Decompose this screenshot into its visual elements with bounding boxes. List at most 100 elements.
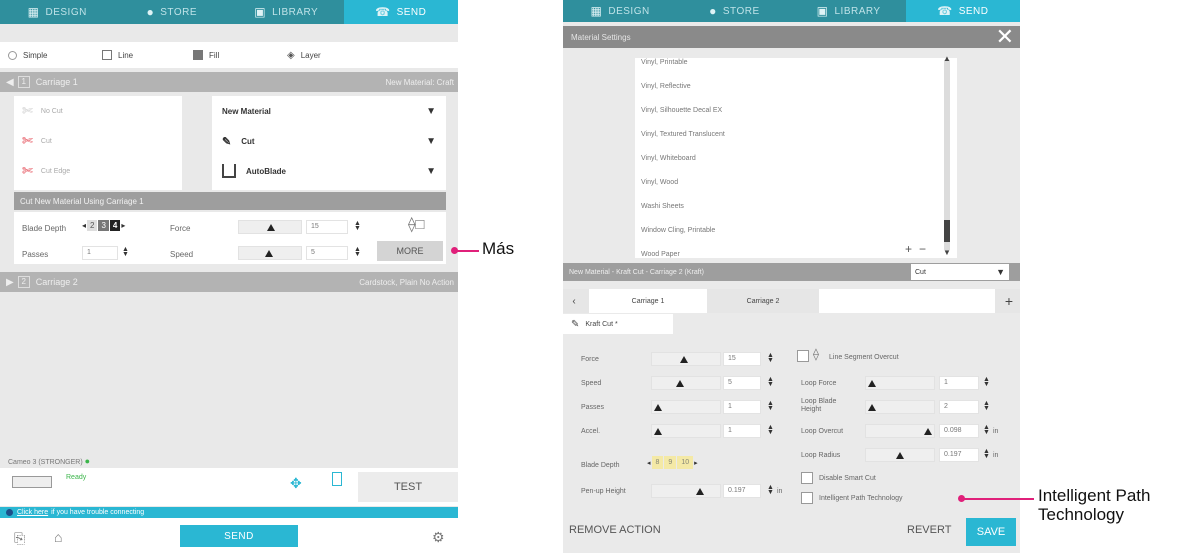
passes-value[interactable]: 1 — [82, 246, 118, 260]
force-slider[interactable] — [238, 220, 302, 234]
speed-value[interactable]: 5 — [306, 246, 348, 260]
loop-overcut-value[interactable]: 0.098 — [939, 424, 979, 438]
chevron-left-icon[interactable]: ‹ — [563, 289, 585, 313]
slider-knob[interactable] — [267, 224, 275, 231]
material-list-scrollbar[interactable] — [944, 60, 950, 250]
material-list[interactable]: Vinyl, Printable Vinyl, Reflective Vinyl… — [635, 58, 957, 258]
loop-force-spinner[interactable]: ▲ ▼ — [983, 376, 990, 388]
send-button[interactable]: SEND — [180, 525, 298, 547]
list-item[interactable]: Vinyl, Whiteboard — [635, 146, 957, 170]
add-material-icon[interactable]: + — [905, 242, 912, 256]
speed-slider[interactable] — [238, 246, 302, 260]
material-select[interactable]: New Material ▼ — [212, 96, 446, 126]
penup-height-spinner[interactable]: ▲ ▼ — [767, 484, 774, 496]
loop-force-slider[interactable] — [865, 376, 935, 390]
tab-store[interactable]: ● STORE — [115, 0, 230, 24]
list-item[interactable]: Vinyl, Textured Translucent — [635, 122, 957, 146]
slider-knob[interactable] — [654, 428, 662, 435]
carriage-1-header[interactable]: ◀ 1 Carriage 1 New Material: Craft — [0, 72, 458, 92]
speed-slider[interactable] — [651, 376, 721, 390]
list-item[interactable]: Vinyl, Reflective — [635, 74, 957, 98]
overcut-checkbox[interactable] — [797, 350, 809, 362]
list-item[interactable]: Vinyl, Wood — [635, 170, 957, 194]
force-spinner[interactable]: ▲ ▼ — [354, 220, 361, 232]
test-button[interactable]: TEST — [358, 472, 458, 502]
penup-height-value[interactable]: 0.197 — [723, 484, 761, 498]
scroll-thumb[interactable] — [944, 220, 950, 242]
force-spinner[interactable]: ▲ ▼ — [767, 352, 774, 364]
tab-design[interactable]: ▦ DESIGN — [0, 0, 115, 24]
tab-send[interactable]: ☎ SEND — [343, 0, 458, 24]
loop-blade-height-slider[interactable] — [865, 400, 935, 414]
help-link[interactable]: Click here — [17, 509, 48, 516]
loop-radius-spinner[interactable]: ▲ ▼ — [983, 448, 990, 460]
penup-height-slider[interactable] — [651, 484, 721, 498]
slider-knob[interactable] — [868, 380, 876, 387]
list-item[interactable]: Vinyl, Silhouette Decal EX — [635, 98, 957, 122]
scroll-down-icon[interactable]: ▼ — [943, 248, 951, 257]
slider-knob[interactable] — [868, 404, 876, 411]
slider-knob[interactable] — [265, 250, 273, 257]
cut-option-cut-edge[interactable]: ✄ Cut Edge — [14, 156, 182, 186]
force-slider[interactable] — [651, 352, 721, 366]
tab-send[interactable]: ☎ SEND — [905, 0, 1020, 22]
remove-action-button[interactable]: REMOVE ACTION — [569, 524, 661, 536]
mode-fill[interactable]: Fill — [193, 50, 219, 60]
mode-line[interactable]: Line — [102, 50, 133, 60]
slider-knob[interactable] — [696, 488, 704, 495]
action-select[interactable]: ✎ Cut ▼ — [212, 126, 446, 156]
tab-carriage-2[interactable]: Carriage 2 — [709, 289, 817, 313]
force-value[interactable]: 15 — [306, 220, 348, 234]
loop-overcut-spinner[interactable]: ▲ ▼ — [983, 424, 990, 436]
slider-knob[interactable] — [676, 380, 684, 387]
accel-slider[interactable] — [651, 424, 721, 438]
revert-button[interactable]: REVERT — [907, 524, 951, 536]
tab-library[interactable]: ▣ LIBRARY — [792, 0, 906, 22]
tab-store[interactable]: ● STORE — [677, 0, 791, 22]
passes-spinner[interactable]: ▲ ▼ — [122, 246, 129, 258]
speed-spinner[interactable]: ▲ ▼ — [767, 376, 774, 388]
passes-spinner[interactable]: ▲ ▼ — [767, 400, 774, 412]
origin-icon[interactable] — [332, 472, 342, 486]
mode-layer[interactable]: ◈ Layer — [287, 50, 321, 61]
loop-force-value[interactable]: 1 — [939, 376, 979, 390]
list-item[interactable]: Window Cling, Printable — [635, 218, 957, 242]
tab-design[interactable]: ▦ DESIGN — [563, 0, 677, 22]
force-value[interactable]: 15 — [723, 352, 761, 366]
send-to-cutter-icon[interactable]: ⎘ — [14, 530, 25, 547]
cut-option-cut[interactable]: ✄ Cut — [14, 126, 182, 156]
loop-radius-slider[interactable] — [865, 448, 935, 462]
passes-slider[interactable] — [651, 400, 721, 414]
loop-radius-value[interactable]: 0.197 — [939, 448, 979, 462]
speed-spinner[interactable]: ▲ ▼ — [354, 246, 361, 258]
passes-value[interactable]: 1 — [723, 400, 761, 414]
remove-material-icon[interactable]: − — [919, 242, 926, 256]
library-hat-icon[interactable]: ⌂ — [54, 529, 62, 545]
list-item[interactable]: Washi Sheets — [635, 194, 957, 218]
add-tab-icon[interactable]: + — [999, 289, 1019, 313]
cut-option-no-cut[interactable]: ✄ No Cut — [14, 96, 182, 126]
action-type-select[interactable]: Cut ▼ — [911, 264, 1009, 280]
tab-library[interactable]: ▣ LIBRARY — [229, 0, 344, 24]
gear-icon[interactable]: ⚙ — [432, 529, 445, 546]
move-arrows-icon[interactable]: ✥ — [290, 475, 302, 492]
intelligent-path-checkbox[interactable] — [801, 492, 813, 504]
save-button[interactable]: SAVE — [966, 518, 1016, 546]
accel-spinner[interactable]: ▲ ▼ — [767, 424, 774, 436]
tab-carriage-1[interactable]: Carriage 1 — [589, 289, 707, 313]
slider-knob[interactable] — [680, 356, 688, 363]
action-tab-kraft-cut[interactable]: ✎ Kraft Cut * — [563, 314, 673, 334]
speed-value[interactable]: 5 — [723, 376, 761, 390]
tool-select[interactable]: AutoBlade ▼ — [212, 156, 446, 186]
slider-knob[interactable] — [896, 452, 904, 459]
loop-blade-height-value[interactable]: 2 — [939, 400, 979, 414]
blade-depth-stepper[interactable]: ◂ 8 9 10 ▸ — [647, 456, 698, 469]
close-icon[interactable]: ✕ — [996, 26, 1014, 48]
slider-knob[interactable] — [924, 428, 932, 435]
carriage-2-header[interactable]: ▶ 2 Carriage 2 Cardstock, Plain No Actio… — [0, 272, 458, 292]
mode-simple[interactable]: Simple — [8, 50, 47, 60]
loop-overcut-slider[interactable] — [865, 424, 935, 438]
accel-value[interactable]: 1 — [723, 424, 761, 438]
loop-blade-height-spinner[interactable]: ▲ ▼ — [983, 400, 990, 412]
disable-smart-cut-checkbox[interactable] — [801, 472, 813, 484]
